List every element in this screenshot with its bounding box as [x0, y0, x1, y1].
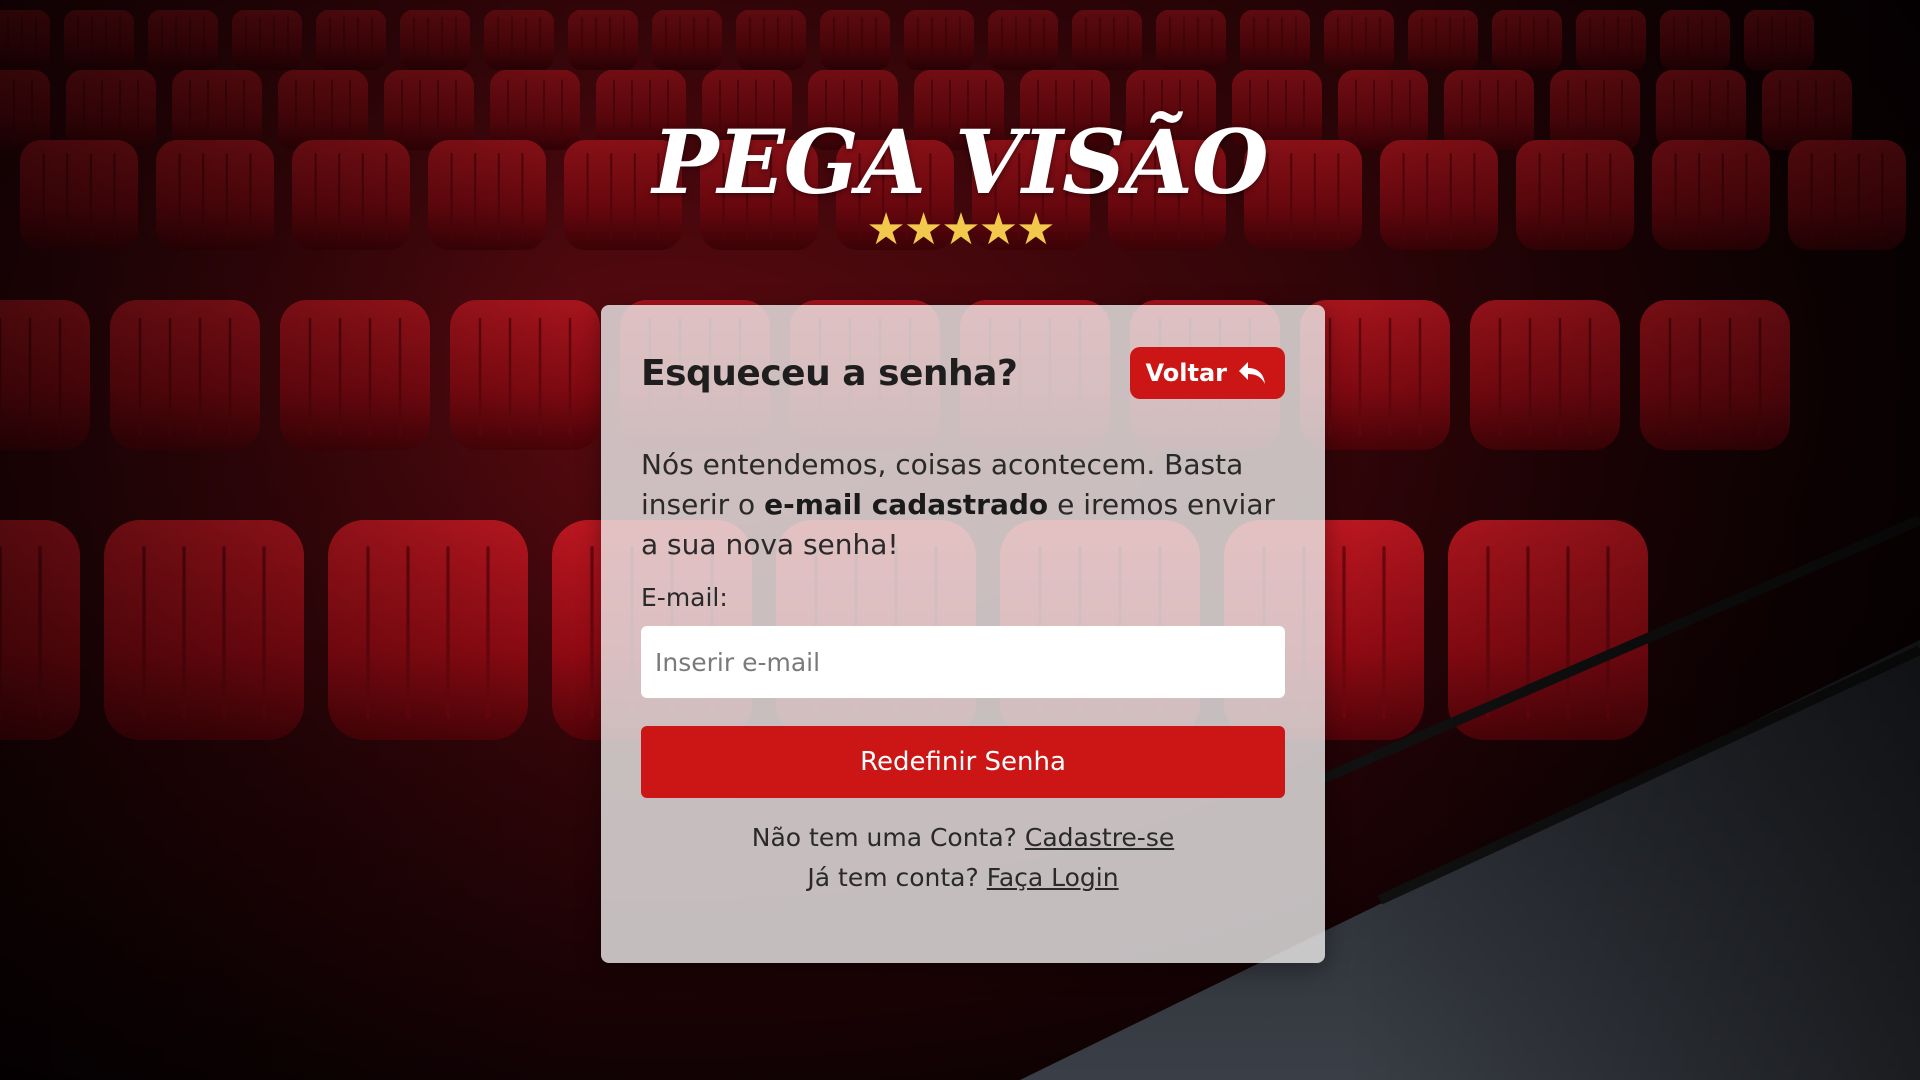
email-input[interactable]: [641, 626, 1285, 698]
back-button[interactable]: Voltar: [1129, 347, 1285, 399]
login-link[interactable]: Faça Login: [987, 863, 1119, 892]
brand-logo: PEGA VISÃO ★★★★★: [0, 118, 1920, 252]
forgot-password-card: Esqueceu a senha? Voltar Nós entendemos,…: [601, 305, 1325, 963]
reset-password-button[interactable]: Redefinir Senha: [641, 726, 1285, 798]
card-title: Esqueceu a senha?: [641, 352, 1018, 394]
login-prompt: Já tem conta?: [807, 863, 979, 892]
back-button-label: Voltar: [1145, 359, 1227, 387]
account-links: Não tem uma Conta? Cadastre-se Já tem co…: [641, 818, 1285, 898]
email-label: E-mail:: [641, 583, 728, 612]
reply-arrow-icon: [1237, 360, 1267, 386]
signup-link[interactable]: Cadastre-se: [1025, 823, 1174, 852]
signup-row: Não tem uma Conta? Cadastre-se: [641, 818, 1285, 858]
signup-prompt: Não tem uma Conta?: [751, 823, 1017, 852]
instructions-emphasis: e-mail cadastrado: [764, 488, 1049, 521]
card-header: Esqueceu a senha? Voltar: [641, 345, 1285, 401]
brand-title: PEGA VISÃO: [652, 110, 1268, 214]
five-stars-icon: ★★★★★: [866, 204, 1055, 255]
login-row: Já tem conta? Faça Login: [641, 858, 1285, 898]
instructions-text: Nós entendemos, coisas acontecem. Basta …: [641, 448, 1275, 561]
